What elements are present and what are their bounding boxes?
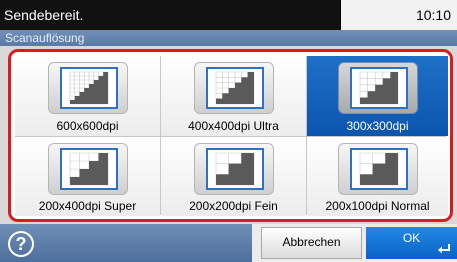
option-300x300dpi[interactable]: 300x300dpi (307, 56, 448, 136)
option-label: 200x100dpi Normal (325, 199, 430, 213)
resolution-grid: 600x600dpi 400x400dpi Ultra 300x300dpi 2… (15, 56, 448, 216)
option-label: 200x200dpi Fein (189, 199, 278, 213)
option-200x200dpi-fein[interactable]: 200x200dpi Fein (161, 137, 306, 216)
resolution-400x400-icon (193, 62, 274, 114)
option-label: 300x300dpi (346, 119, 409, 133)
enter-icon (438, 244, 450, 254)
option-label: 400x400dpi Ultra (188, 119, 279, 133)
footer-bar: ? Abbrechen OK (0, 224, 457, 262)
option-label: 200x400dpi Super (38, 199, 137, 213)
status-bar: Sendebereit. 10:10 (0, 0, 457, 30)
resolution-200x400-icon (47, 143, 128, 195)
help-button[interactable]: ? (0, 224, 252, 262)
help-icon: ? (8, 231, 34, 257)
resolution-300x300-icon (337, 62, 418, 114)
cancel-button[interactable]: Abbrechen (261, 227, 362, 259)
resolution-200x200-icon (193, 143, 274, 195)
option-200x400dpi-super[interactable]: 200x400dpi Super (15, 137, 160, 216)
content-area: 600x600dpi 400x400dpi Ultra 300x300dpi 2… (0, 46, 457, 224)
status-time: 10:10 (341, 0, 457, 30)
option-label: 600x600dpi (56, 119, 119, 133)
resolution-200x100-icon (337, 143, 418, 195)
option-600x600dpi[interactable]: 600x600dpi (15, 56, 160, 136)
ok-button[interactable]: OK (366, 227, 457, 259)
option-200x100dpi-normal[interactable]: 200x100dpi Normal (307, 137, 448, 216)
status-message: Sendebereit. (0, 0, 340, 30)
resolution-600x600-icon (47, 62, 128, 114)
option-400x400dpi-ultra[interactable]: 400x400dpi Ultra (161, 56, 306, 136)
screen-title: Scanauflösung (0, 30, 457, 46)
selection-frame: 600x600dpi 400x400dpi Ultra 300x300dpi 2… (8, 49, 453, 222)
